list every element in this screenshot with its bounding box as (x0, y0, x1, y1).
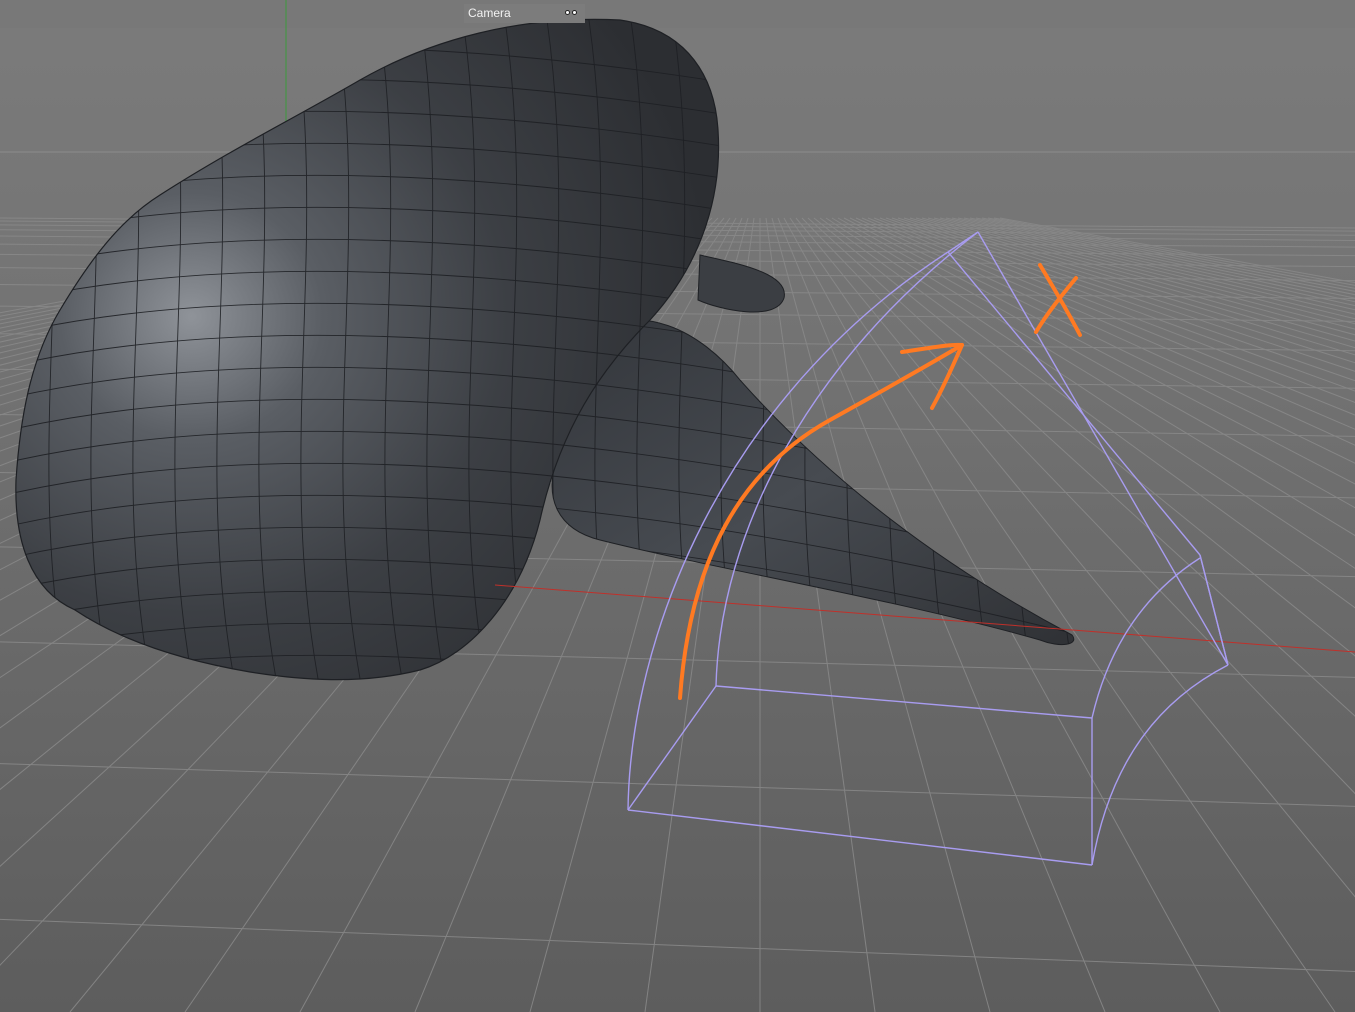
camera-link-icon[interactable] (564, 8, 579, 20)
viewport-header-bar (0, 0, 1355, 28)
3d-viewport[interactable]: Camera (0, 0, 1355, 1012)
camera-label[interactable]: Camera (464, 4, 585, 23)
camera-label-text: Camera (468, 6, 511, 20)
viewport-scene[interactable] (0, 0, 1355, 1012)
